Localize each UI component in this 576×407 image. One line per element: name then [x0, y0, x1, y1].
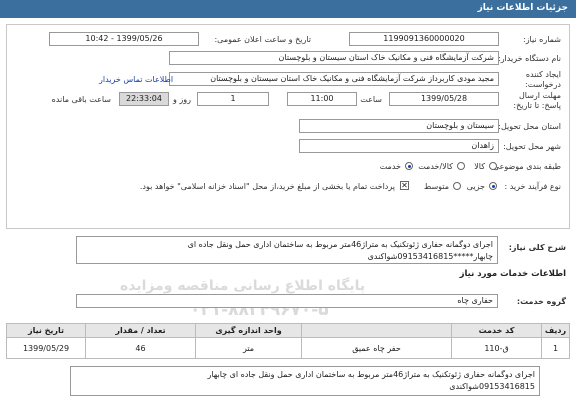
city-field[interactable]: زاهدان [299, 139, 499, 153]
page-title: جزئیات اطلاعات نیاز [477, 3, 568, 13]
general-desc-field[interactable]: اجرای دوگمانه حفاری ژئوتکنیک به متراژ46م… [76, 236, 498, 264]
creator-field[interactable]: مجید مودی کاربرداز شرکت آزمایشگاه فنی و … [169, 72, 499, 86]
remaining-time-field: 22:33:04 [119, 92, 169, 106]
services-section-title: اطلاعات خدمات مورد نیاز [459, 269, 566, 279]
category-option-goods-service: کالا/خدمت [418, 162, 453, 171]
category-radio-goods[interactable] [489, 162, 497, 170]
service-group-label: گروه خدمت: [516, 297, 566, 306]
general-desc-line1: اجرای دوگمانه حفاری ژئوتکنیک به متراژ46م… [187, 240, 493, 249]
col-header-unit: واحد اندازه گیری [195, 323, 302, 338]
services-table: ردیف کد خدمت واحد اندازه گیری تعداد / مق… [6, 323, 570, 359]
cell-unit: متر [195, 337, 302, 359]
deadline-date-field[interactable]: 1399/05/28 [389, 92, 499, 106]
col-header-service-name [301, 323, 452, 338]
col-header-qty: تعداد / مقدار [85, 323, 196, 338]
process-radio-minor[interactable] [489, 182, 497, 190]
buyer-field[interactable]: شرکت آزمایشگاه فنی و مکانیک خاک استان سی… [169, 51, 499, 65]
watermark-line1: پایگاه اطلاع رسانی مناقصه ومزایده [120, 278, 366, 294]
category-option-goods: کالا [474, 162, 485, 171]
announce-label: تاریخ و ساعت اعلان عمومی: [214, 35, 311, 44]
buyer-label: نام دستگاه خریدار: [498, 54, 561, 63]
table-header-row: ردیف کد خدمت واحد اندازه گیری تعداد / مق… [6, 323, 570, 338]
days-field[interactable]: 1 [197, 92, 269, 106]
province-field[interactable]: سیستان و بلوچستان [299, 119, 499, 133]
deadline-time-label: ساعت [360, 95, 382, 104]
deadline-label: مهلت ارسال پاسخ: تا تاریخ: [513, 91, 561, 110]
city-label: شهر محل تحویل: [503, 142, 561, 151]
page-header: جزئیات اطلاعات نیاز [0, 0, 576, 18]
announce-field[interactable]: 1399/05/26 - 10:42 [49, 32, 199, 46]
deadline-time-field[interactable]: 11:00 [287, 92, 357, 106]
cell-service-name: حفر چاه عمیق [301, 337, 452, 359]
remaining-label: ساعت باقی مانده [51, 95, 111, 104]
need-details-panel: شماره نیاز: 1199091360000020 تاریخ و ساع… [6, 24, 570, 229]
category-option-service: خدمت [379, 162, 401, 171]
table-row[interactable]: 1 ق-110 حفر چاه عمیق متر 46 1399/05/29 [6, 337, 570, 359]
process-option-minor: جزیی [466, 182, 485, 191]
service-group-field[interactable]: حفاری چاه [76, 294, 498, 308]
buyer-contact-link[interactable]: اطلاعات تماس خریدار [99, 75, 173, 84]
process-label: نوع فرآیند خرید : [504, 182, 561, 191]
treasury-checkbox[interactable]: ✕ [400, 181, 409, 190]
item-desc-field[interactable]: اجرای دوگمانه حفاری ژئوتکنیک به متراژ46م… [70, 366, 540, 396]
province-label: استان محل تحویل: [498, 122, 561, 131]
need-number-label: شماره نیاز: [523, 35, 561, 44]
general-desc-line2: چابهار*****09153416815شواکندی [367, 252, 493, 261]
col-header-code: کد خدمت [451, 323, 542, 338]
cell-code: ق-110 [451, 337, 542, 359]
process-option-medium: متوسط [423, 182, 449, 191]
cell-row: 1 [541, 337, 570, 359]
payment-note: پرداخت تمام یا بخشی از مبلغ خرید،از محل … [139, 182, 395, 191]
need-number-field[interactable]: 1199091360000020 [349, 32, 499, 46]
general-desc-label: شرح کلی نیاز: [508, 243, 566, 252]
item-desc-line2: 09153416815شواکندی [449, 382, 535, 391]
cell-qty: 46 [85, 337, 196, 359]
col-header-date: تاریخ نیاز [6, 323, 86, 338]
process-radio-medium[interactable] [453, 182, 461, 190]
col-header-row: ردیف [541, 323, 570, 338]
category-label: طبقه بندی موضوعی: [490, 162, 561, 171]
cell-date: 1399/05/29 [6, 337, 86, 359]
creator-label: ایجاد کننده درخواست: [525, 70, 561, 89]
days-label: روز و [173, 95, 191, 104]
category-radio-goods-service[interactable] [457, 162, 465, 170]
item-desc-line1: اجرای دوگمانه حفاری ژئوتکنیک به متراژ46م… [207, 370, 536, 379]
category-radio-service[interactable] [405, 162, 413, 170]
